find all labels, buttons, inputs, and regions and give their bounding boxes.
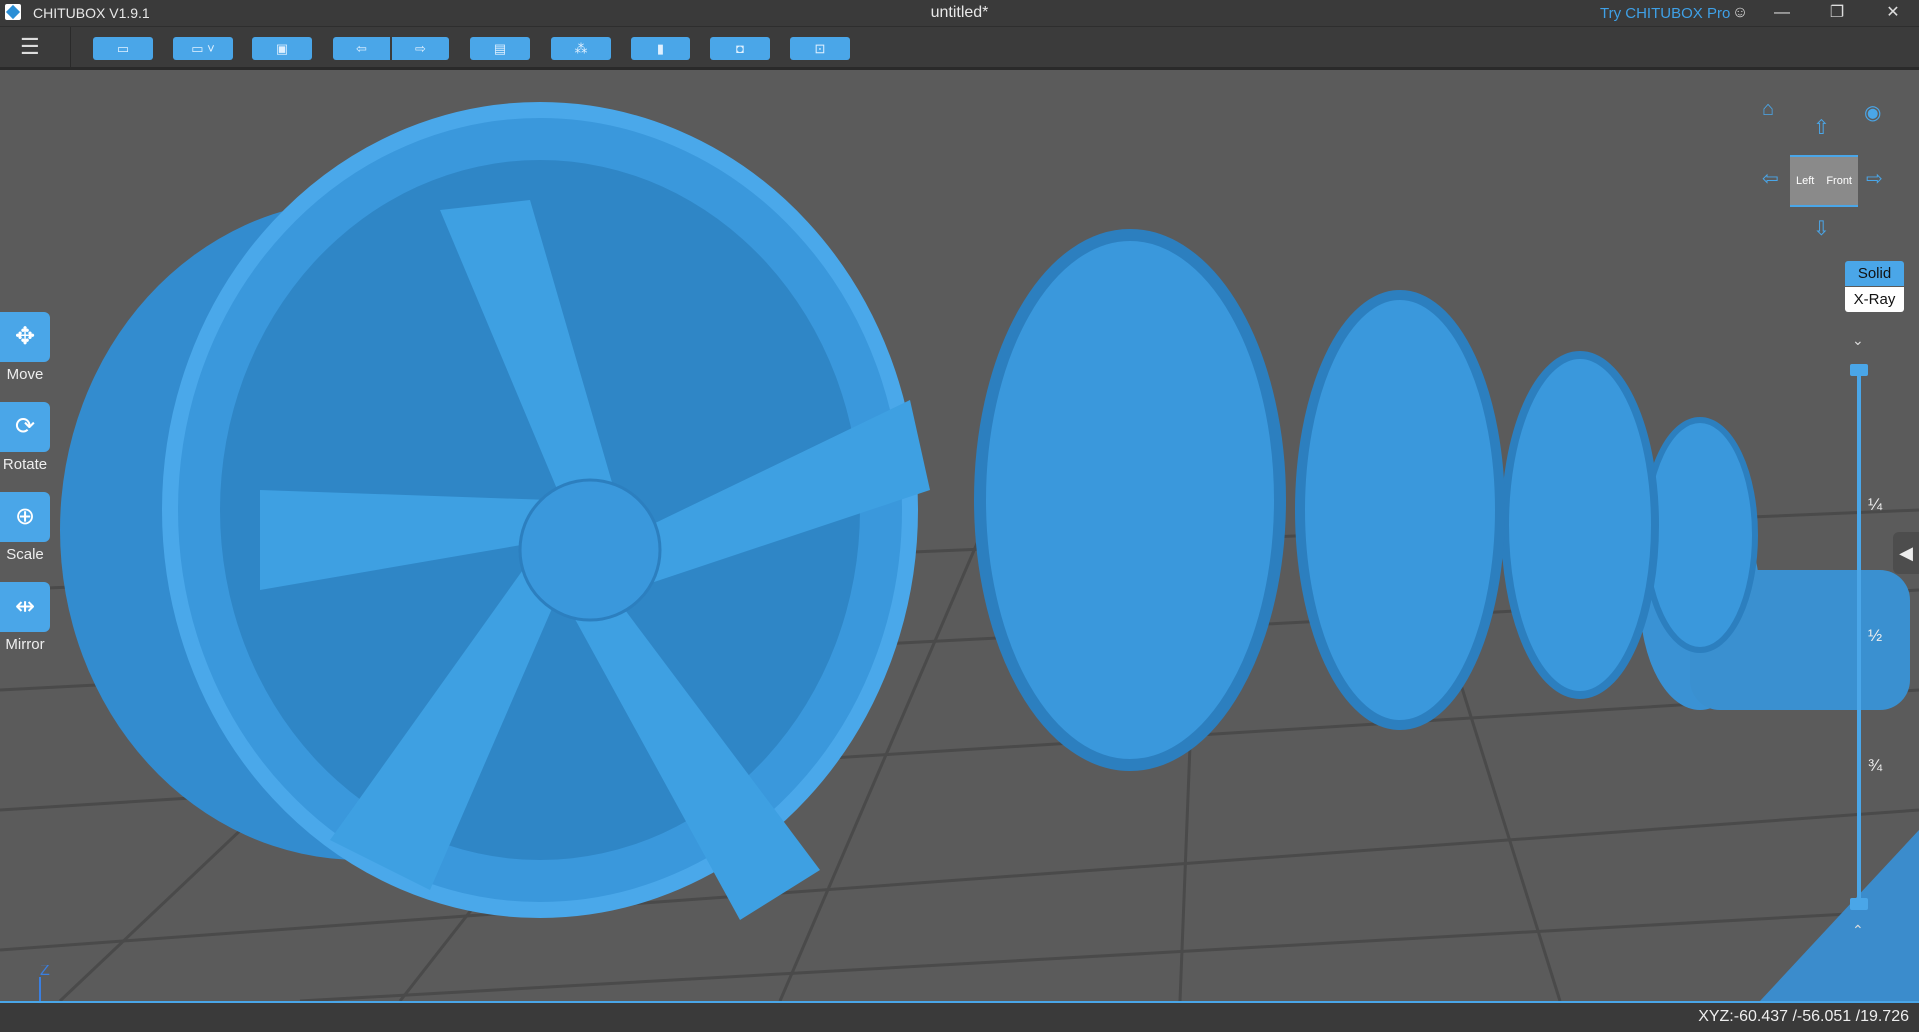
scale-icon: ⊕ <box>0 492 50 542</box>
rotate-left-icon[interactable]: ⇦ <box>1762 166 1779 191</box>
user-icon[interactable]: ☺ <box>1720 0 1760 26</box>
xray-mode-button[interactable]: X-Ray <box>1845 287 1904 312</box>
screenshot-button[interactable]: ▣ <box>252 37 312 60</box>
close-button[interactable]: ✕ <box>1873 0 1913 26</box>
rotate-label: Rotate <box>2 456 48 473</box>
supports-button[interactable]: ⁂ <box>551 37 611 60</box>
move-icon: ✥ <box>0 312 50 362</box>
axis-indicator: Z X Y <box>39 965 50 1001</box>
mirror-icon: ⇹ <box>0 582 50 632</box>
layer-slider-top-handle[interactable] <box>1850 364 1868 376</box>
mirror-label: Mirror <box>5 636 45 653</box>
3d-viewport[interactable]: ✥ Move ⟳ Rotate ⊕ Scale ⇹ Mirror ⌂ ◉ ⇧ ⇦… <box>0 70 1919 1001</box>
plate-edge <box>1760 830 1919 1001</box>
try-pro-link[interactable]: Try CHITUBOX Pro <box>1600 5 1730 22</box>
eye-icon[interactable]: ◉ <box>1864 100 1881 125</box>
restore-button[interactable]: ❐ <box>1817 0 1857 26</box>
layer-slider-bottom-handle[interactable] <box>1850 898 1868 910</box>
move-tool[interactable]: ✥ Move <box>0 312 50 383</box>
open-file-button[interactable]: ▭ <box>93 37 153 60</box>
chevron-down-icon[interactable]: ⌄ <box>1852 332 1864 349</box>
save-button[interactable]: ▭ ˅ <box>173 37 233 60</box>
chevron-up-icon[interactable]: ⌃ <box>1852 922 1864 939</box>
app-name: CHITUBOX V1.9.1 <box>33 5 150 21</box>
rotate-tool[interactable]: ⟳ Rotate <box>0 402 50 473</box>
wheel-models <box>60 102 1910 920</box>
redo-button[interactable]: ⇨ <box>392 37 449 60</box>
collapse-panel-button[interactable]: ◀ <box>1893 532 1919 574</box>
slider-mark-quarter: ¼ <box>1868 495 1883 514</box>
scale-tool[interactable]: ⊕ Scale <box>0 492 50 563</box>
mirror-tool[interactable]: ⇹ Mirror <box>0 582 50 653</box>
layer-slider-track[interactable] <box>1857 370 1861 905</box>
undo-button[interactable]: ⇦ <box>333 37 390 60</box>
title-bar: CHITUBOX V1.9.1 untitled* Try CHITUBOX P… <box>0 0 1919 26</box>
solid-mode-button[interactable]: Solid <box>1845 261 1904 286</box>
minimize-button[interactable]: — <box>1762 0 1802 26</box>
rotate-icon: ⟳ <box>0 402 50 452</box>
cube-face-left[interactable]: Left <box>1796 175 1814 187</box>
view-cube[interactable]: Left Front <box>1790 155 1858 207</box>
home-view-icon[interactable]: ⌂ <box>1762 98 1774 121</box>
scene <box>0 102 1919 1001</box>
status-bar: XYZ:-60.437 /-56.051 /19.726 <box>0 1001 1919 1032</box>
cube-face-front[interactable]: Front <box>1826 175 1852 187</box>
settings-button[interactable]: ▤ <box>470 37 530 60</box>
rotate-down-icon[interactable]: ⇩ <box>1813 216 1830 241</box>
slice-button[interactable]: ◘ <box>710 37 770 60</box>
divider <box>70 27 71 71</box>
print-button[interactable]: ⊡ <box>790 37 850 60</box>
rotate-up-icon[interactable]: ⇧ <box>1813 115 1830 140</box>
hollow-button[interactable]: ▮ <box>631 37 690 60</box>
move-label: Move <box>6 366 44 383</box>
rotate-right-icon[interactable]: ⇨ <box>1866 166 1883 191</box>
cursor-coordinates: XYZ:-60.437 /-56.051 /19.726 <box>1698 1008 1909 1025</box>
slider-mark-half: ½ <box>1868 626 1883 645</box>
menu-icon[interactable]: ☰ <box>20 36 46 59</box>
toolbar: ☰ ▭ ▭ ˅ ▣ ⇦ ⇨ ▤ ⁂ ▮ ◘ ⊡ <box>0 26 1919 71</box>
axis-z-label: Z <box>40 965 50 979</box>
app-logo-icon <box>5 4 21 20</box>
slider-mark-three-quarter: ¾ <box>1868 756 1883 775</box>
scale-label: Scale <box>6 546 44 563</box>
